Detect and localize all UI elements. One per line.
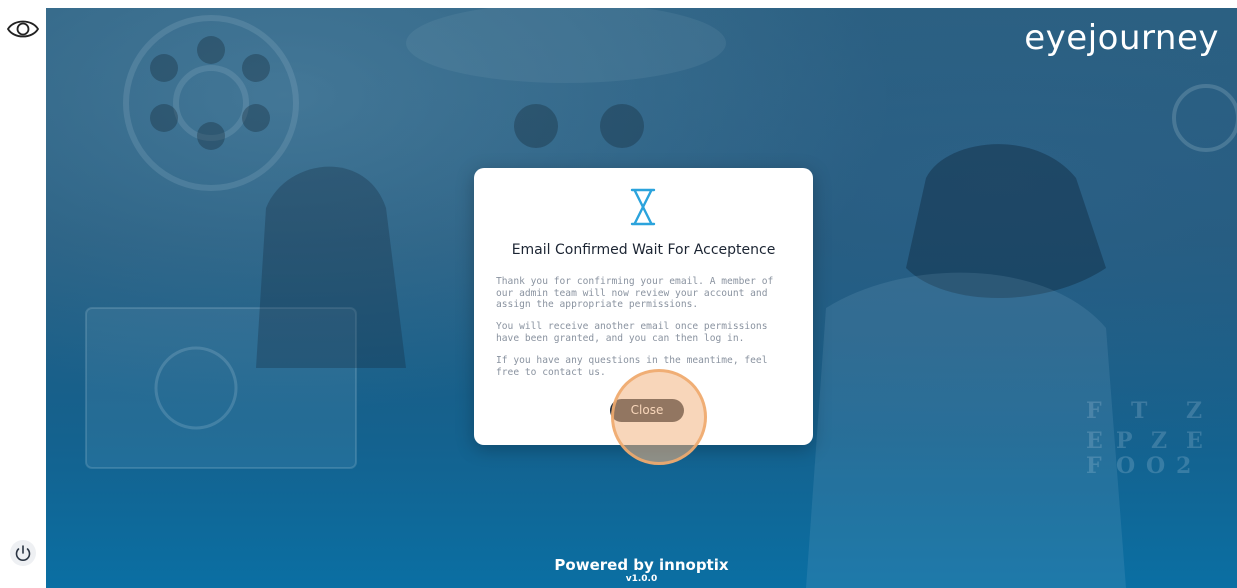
close-button[interactable]: Close	[610, 399, 684, 422]
dialog-paragraph: You will receive another email once perm…	[496, 321, 768, 344]
svg-text:2: 2	[1176, 453, 1191, 479]
email-confirmed-dialog: Email Confirmed Wait For Acceptence Than…	[474, 168, 813, 445]
svg-text:Z: Z	[1151, 428, 1167, 454]
svg-text:O: O	[1146, 453, 1165, 479]
svg-text:E: E	[1186, 428, 1203, 454]
hourglass-icon	[630, 188, 656, 226]
svg-text:F: F	[1086, 398, 1102, 424]
svg-text:P: P	[1116, 428, 1133, 454]
svg-text:O: O	[1116, 453, 1135, 479]
svg-text:E: E	[1086, 428, 1103, 454]
powered-by-text: Powered by innoptix	[554, 556, 729, 574]
power-icon[interactable]	[9, 539, 37, 567]
top-strip	[0, 0, 1237, 8]
svg-text:Z: Z	[1186, 398, 1202, 424]
brand-logo: eyejourney	[1024, 18, 1219, 58]
svg-text:F: F	[1086, 453, 1102, 479]
svg-text:T: T	[1131, 398, 1148, 424]
dialog-title: Email Confirmed Wait For Acceptence	[511, 242, 776, 258]
version-text: v1.0.0	[625, 574, 658, 584]
dialog-paragraph: Thank you for confirming your email. A m…	[496, 276, 774, 310]
dialog-paragraph: If you have any questions in the meantim…	[496, 355, 768, 378]
eye-icon[interactable]	[6, 14, 40, 44]
sidebar	[0, 0, 46, 588]
